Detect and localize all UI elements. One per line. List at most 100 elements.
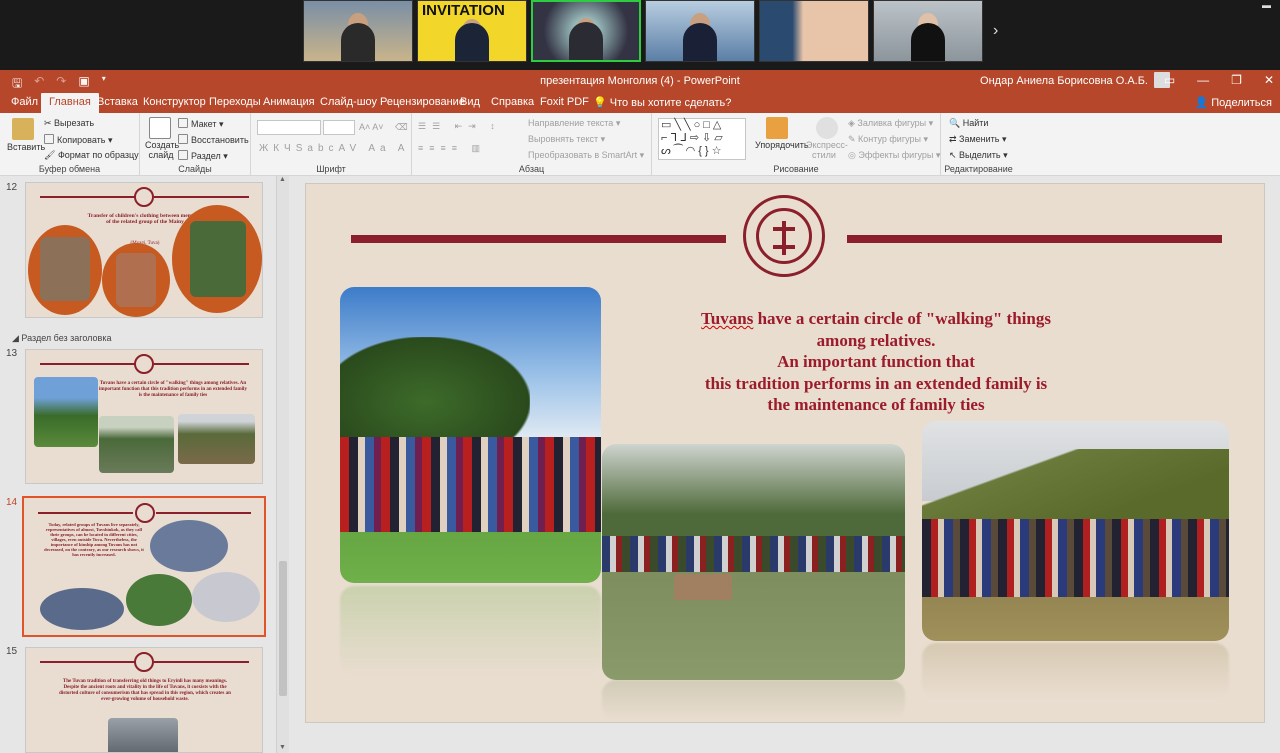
shape-outline-label: Контур фигуры xyxy=(858,134,921,144)
tab-slideshow[interactable]: Слайд-шоу xyxy=(320,96,377,108)
quick-styles-button[interactable]: Экспресс-стили xyxy=(806,140,848,160)
slide-thumbnail-12[interactable]: Transfer of children's clothing between … xyxy=(25,182,263,318)
video-participant-strip: INVITATION › ▬ xyxy=(0,0,1280,70)
participant-video-5[interactable] xyxy=(759,0,869,62)
grow-font-icon[interactable]: A˄ A˅ xyxy=(359,122,384,132)
tab-file[interactable]: Файл xyxy=(11,96,38,108)
smartart-button[interactable]: Преобразовать в SmartArt ▾ xyxy=(528,150,644,161)
slide-line-5: the maintenance of family ties xyxy=(767,395,985,414)
align-text-button[interactable]: Выровнять текст ▾ xyxy=(528,134,605,145)
user-name[interactable]: Ондар Аниела Борисовна О.А.Б. xyxy=(980,75,1148,87)
tab-view[interactable]: Вид xyxy=(460,96,480,108)
font-family-combo[interactable] xyxy=(257,120,321,135)
section-label: Раздел xyxy=(191,151,221,161)
shape-effects-button[interactable]: ◎ Эффекты фигуры ▾ xyxy=(848,150,940,161)
text-direction-button[interactable]: Направление текста ▾ xyxy=(528,118,620,129)
arrange-button[interactable]: Упорядочить xyxy=(755,140,809,150)
select-button[interactable]: ↖ Выделить ▾ xyxy=(949,150,1008,161)
section-header[interactable]: ◢ Раздел без заголовка xyxy=(12,333,111,344)
quick-styles-icon[interactable] xyxy=(816,117,838,139)
strip-menu-icon[interactable]: ▬ xyxy=(1262,0,1280,12)
slide-line-1: Tuvans have a certain circle of "walking… xyxy=(636,308,1116,330)
workspace: 12 Transfer of children's clothing betwe… xyxy=(0,176,1280,753)
tab-home[interactable]: Главная xyxy=(41,93,99,113)
participant-video-4[interactable] xyxy=(645,0,755,62)
family-group-photo-2[interactable] xyxy=(602,444,905,680)
slide-15-text: The Tuvan tradition of transferring old … xyxy=(59,679,231,702)
shapes-gallery[interactable]: ▭╲╲○□△ ⌐ᒣᒧ⇨⇩▱ ᔕ⁀◠{}☆ xyxy=(658,118,746,160)
tab-review[interactable]: Рецензирование xyxy=(380,96,465,108)
ribbon-display-icon[interactable]: ▭ xyxy=(1164,73,1175,87)
logo-icon xyxy=(134,187,154,207)
family-group-photo-1[interactable] xyxy=(340,287,601,583)
tab-help[interactable]: Справка xyxy=(491,96,534,108)
layout-button[interactable]: Макет ▾ xyxy=(178,118,224,130)
format-painter-label: Формат по образцу xyxy=(57,150,139,160)
group-font: A˄ A˅ ⌫ ЖКЧSabcAV Aa A Шрифт xyxy=(251,113,412,176)
format-painter-button[interactable]: 🖌 Формат по образцу xyxy=(44,150,139,161)
tab-design[interactable]: Конструктор xyxy=(143,96,206,108)
tell-me-label: Что вы хотите сделать? xyxy=(609,97,732,109)
find-button[interactable]: 🔍 Найти xyxy=(949,118,988,129)
shape-fill-button[interactable]: ◈ Заливка фигуры ▾ xyxy=(848,118,933,129)
family-group-photo-3[interactable] xyxy=(922,421,1229,641)
participant-video-3[interactable] xyxy=(531,0,641,62)
section-button[interactable]: Раздел ▾ xyxy=(178,150,228,162)
layout-icon xyxy=(178,118,188,128)
logo-icon xyxy=(134,652,154,672)
share-label: Поделиться xyxy=(1211,97,1272,109)
clear-format-icon[interactable]: ⌫ xyxy=(395,122,408,133)
paste-button[interactable]: Вставить xyxy=(7,142,45,152)
tab-foxit-pdf[interactable]: Foxit PDF xyxy=(540,96,589,108)
tab-transitions[interactable]: Переходы xyxy=(209,96,261,108)
new-slide-button[interactable]: Создать слайд xyxy=(145,140,179,160)
new-slide-icon[interactable] xyxy=(149,117,171,139)
font-group-label: Шрифт xyxy=(316,164,346,174)
window-controls: ▭ — ❐ ✕ xyxy=(1164,73,1274,87)
scroll-up-icon[interactable]: ▲ xyxy=(279,176,286,183)
slide-thumbnail-13[interactable]: Tuvans have a certain circle of "walking… xyxy=(25,349,263,484)
photo-oval xyxy=(150,520,228,572)
photo-oval xyxy=(126,574,192,626)
participant-video-2[interactable]: INVITATION xyxy=(417,0,527,62)
paste-icon[interactable] xyxy=(12,118,34,140)
shape-outline-button[interactable]: ✎ Контур фигуры ▾ xyxy=(848,134,928,145)
shape-fill-label: Заливка фигуры xyxy=(857,118,927,128)
slide-thumbnail-pane: 12 Transfer of children's clothing betwe… xyxy=(0,176,289,753)
copy-button[interactable]: Копировать ▾ xyxy=(44,134,113,146)
font-size-combo[interactable] xyxy=(323,120,355,135)
replace-icon: ⇄ xyxy=(949,134,960,144)
photo-reflection xyxy=(602,680,905,720)
align-buttons[interactable]: ≡≡≡≡ ▥ xyxy=(418,143,486,154)
scrollbar-thumb[interactable] xyxy=(279,561,287,696)
find-label: Найти xyxy=(962,118,989,128)
paragraph-group-label: Абзац xyxy=(518,164,545,174)
share-button[interactable]: 👤 Поделиться xyxy=(1194,96,1272,109)
tell-me-search[interactable]: 💡 Что вы хотите сделать? xyxy=(593,96,731,109)
restore-icon[interactable]: ❐ xyxy=(1231,73,1242,87)
slide-thumbnail-14[interactable]: Today, related groups of Tuvans live sep… xyxy=(22,496,266,637)
close-icon[interactable]: ✕ xyxy=(1264,73,1274,87)
replace-button[interactable]: ⇄ Заменить ▾ xyxy=(949,134,1007,145)
ribbon-tabs: Файл Главная Вставка Конструктор Переход… xyxy=(0,92,1280,113)
tab-animations[interactable]: Анимация xyxy=(263,96,315,108)
reset-icon xyxy=(178,134,188,144)
font-style-buttons[interactable]: ЖКЧSabcAV Aa A xyxy=(259,143,409,154)
minimize-icon[interactable]: — xyxy=(1197,73,1209,87)
thumbnail-scrollbar[interactable]: ▲ ▼ xyxy=(276,176,289,753)
tab-insert[interactable]: Вставка xyxy=(97,96,138,108)
slide-canvas[interactable]: Tuvans have a certain circle of "walking… xyxy=(306,184,1264,722)
participant-video-1[interactable] xyxy=(303,0,413,62)
arrange-icon[interactable] xyxy=(766,117,788,139)
list-buttons[interactable]: ☰☰ ⇤⇥ ↕ xyxy=(418,121,501,132)
slide-thumbnail-15[interactable]: The Tuvan tradition of transferring old … xyxy=(25,647,263,753)
photo-reflection xyxy=(922,643,1229,698)
thumb-divider xyxy=(40,363,135,365)
slide-body-text[interactable]: Tuvans have a certain circle of "walking… xyxy=(636,308,1116,416)
cut-button[interactable]: ✂ Вырезать xyxy=(44,118,94,129)
participant-video-6[interactable] xyxy=(873,0,983,62)
next-participants-icon[interactable]: › xyxy=(993,22,998,40)
reset-button[interactable]: Восстановить xyxy=(178,134,249,145)
copy-label: Копировать xyxy=(57,135,106,145)
scroll-down-icon[interactable]: ▼ xyxy=(279,744,286,751)
